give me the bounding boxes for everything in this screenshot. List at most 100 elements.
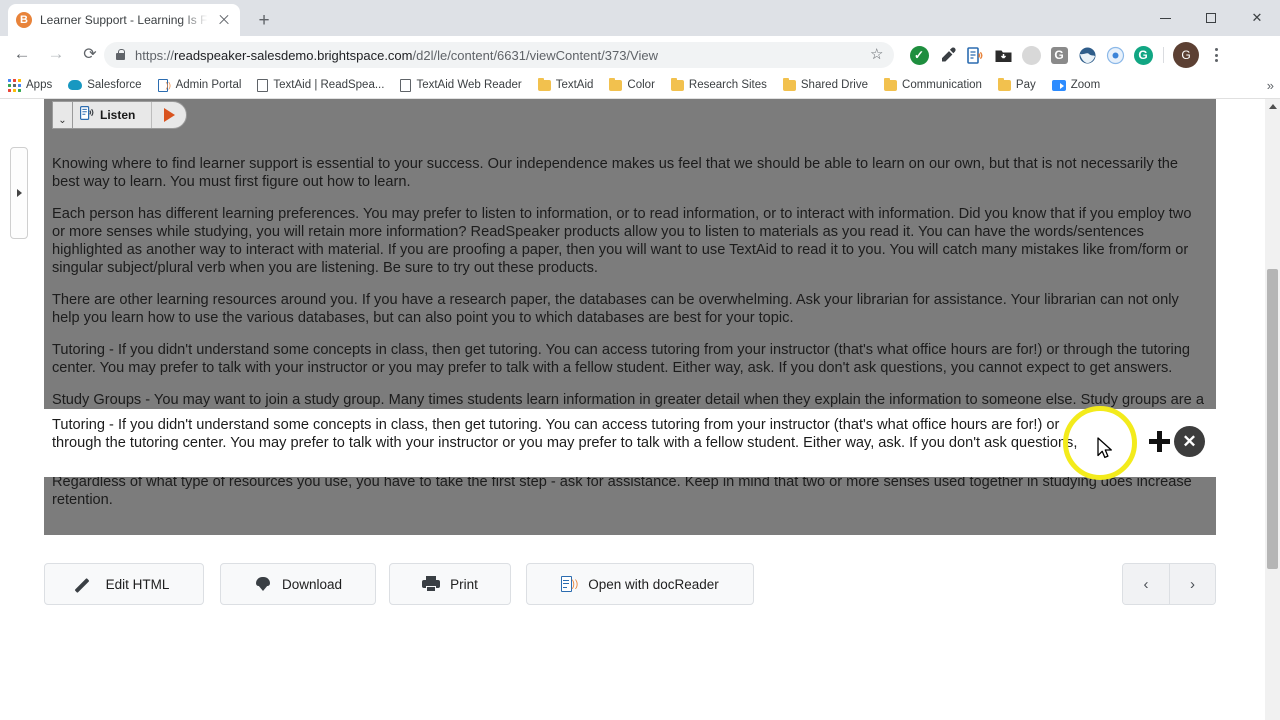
eyedropper-extension-icon[interactable] <box>936 44 958 66</box>
window-controls: ✕ <box>1142 0 1280 36</box>
printer-icon <box>422 576 441 592</box>
browser-toolbar: ← → ⟳ https://readspeaker-salesdemo.brig… <box>0 36 1280 72</box>
bookmark-pay[interactable]: Pay <box>990 74 1044 96</box>
document-actions: Edit HTML Download Print )) Open with do… <box>44 563 1216 605</box>
forward-button[interactable]: → <box>42 40 70 68</box>
toolbar-divider <box>1163 47 1164 63</box>
open-with-docreader-button[interactable]: )) Open with docReader <box>526 563 754 605</box>
folder-icon <box>997 77 1011 91</box>
expand-toolbar-icon[interactable]: ⌄ <box>53 102 73 128</box>
bookmark-label: TextAid <box>555 79 594 91</box>
action-label: Download <box>281 576 343 592</box>
listen-button[interactable]: Listen <box>73 102 152 128</box>
paragraph: Tutoring - If you didn't understand some… <box>52 342 1191 376</box>
bookmark-admin-portal[interactable]: )) Admin Portal <box>150 74 250 96</box>
opera-extension-icon[interactable] <box>1020 44 1042 66</box>
previous-content-button[interactable]: ‹ <box>1123 564 1169 604</box>
bookmark-label: Shared Drive <box>800 79 869 91</box>
minimize-button[interactable] <box>1142 0 1188 36</box>
overlay-line: Tutoring - If you didn't understand some… <box>52 417 1060 433</box>
bookmark-label: TextAid Web Reader <box>416 79 522 91</box>
chevron-right-icon <box>16 189 22 197</box>
bookmark-textaid[interactable]: TextAid <box>530 74 602 96</box>
bookmark-label: Research Sites <box>688 79 767 91</box>
readspeaker-doc-icon: )) <box>157 78 171 92</box>
overlay-text: Tutoring - If you didn't understand some… <box>52 416 1202 452</box>
scroll-up-button[interactable] <box>1265 99 1280 114</box>
bookmarks-overflow-button[interactable]: » <box>1267 78 1274 93</box>
url-host: readspeaker-salesdemo.brightspace.com <box>174 47 413 63</box>
bookmark-salesforce[interactable]: Salesforce <box>60 74 149 96</box>
new-tab-button[interactable]: + <box>250 8 278 32</box>
folder-icon <box>884 77 898 91</box>
bookmark-color[interactable]: Color <box>601 74 662 96</box>
tab-strip: B Learner Support - Learning Is Fo + ✕ <box>0 0 1280 36</box>
paragraph: Knowing where to find learner support is… <box>52 156 1178 190</box>
bookmarks-bar: Apps Salesforce )) Admin Portal TextAid … <box>0 72 1280 99</box>
download-button[interactable]: Download <box>220 563 376 605</box>
bookmark-label: Zoom <box>1070 79 1101 91</box>
mouse-cursor <box>1097 437 1113 465</box>
close-tab-icon[interactable] <box>216 12 232 28</box>
reload-button[interactable]: ⟳ <box>76 40 104 68</box>
folder-icon <box>670 77 684 91</box>
globe-extension-icon[interactable] <box>1076 44 1098 66</box>
folder-icon <box>537 77 551 91</box>
browser-tab[interactable]: B Learner Support - Learning Is Fo <box>8 4 240 36</box>
next-content-button[interactable]: › <box>1169 564 1215 604</box>
grammarly-g-extension-icon[interactable]: G <box>1048 44 1070 66</box>
download-folder-extension-icon[interactable] <box>992 44 1014 66</box>
play-triangle-icon <box>163 108 175 122</box>
profile-avatar[interactable]: G <box>1173 42 1199 68</box>
bookmark-communication[interactable]: Communication <box>876 74 990 96</box>
readspeaker-listen-toolbar[interactable]: ⌄ Listen <box>52 101 187 129</box>
expand-left-panel-handle[interactable] <box>10 147 28 239</box>
cloud-download-icon <box>254 576 272 593</box>
apps-grid-icon <box>8 78 21 92</box>
close-icon: ✕ <box>1182 432 1197 451</box>
bookmark-apps[interactable]: Apps <box>0 74 60 96</box>
page-scrollbar[interactable] <box>1265 99 1280 720</box>
page-content: Knowing where to find learner support is… <box>0 99 1280 720</box>
back-button[interactable]: ← <box>8 40 36 68</box>
extensions-bar: ✓ G G G <box>908 42 1227 68</box>
paragraph: Regardless of what type of resources you… <box>52 474 1192 508</box>
bookmark-research-sites[interactable]: Research Sites <box>663 74 775 96</box>
overlay-line: through the tutoring center. You may pre… <box>52 435 1078 451</box>
zoom-camera-icon <box>1051 79 1066 91</box>
chrome-menu-kebab-icon[interactable] <box>1205 48 1227 62</box>
play-button[interactable] <box>152 108 186 122</box>
paragraph: Each person has different learning prefe… <box>52 206 1192 276</box>
add-plus-button[interactable] <box>1148 430 1171 453</box>
pencil-icon <box>74 576 96 593</box>
bookmark-textaid-web-reader[interactable]: TextAid Web Reader <box>392 74 529 96</box>
edit-html-button[interactable]: Edit HTML <box>44 563 204 605</box>
bookmark-textaid-readspeaker[interactable]: TextAid | ReadSpea... <box>249 74 392 96</box>
bookmark-shared-drive[interactable]: Shared Drive <box>775 74 876 96</box>
record-extension-icon[interactable] <box>1104 44 1126 66</box>
action-label: Open with docReader <box>588 576 719 592</box>
browser-window: B Learner Support - Learning Is Fo + ✕ ←… <box>0 0 1280 720</box>
maximize-button[interactable] <box>1188 0 1234 36</box>
address-bar[interactable]: https://readspeaker-salesdemo.brightspac… <box>104 42 894 68</box>
bookmark-star-icon[interactable]: ☆ <box>870 47 883 62</box>
folder-icon <box>782 77 796 91</box>
bookmark-label: Admin Portal <box>175 79 242 91</box>
close-overlay-button[interactable]: ✕ <box>1174 426 1205 457</box>
readspeaker-extension-icon[interactable] <box>964 44 986 66</box>
paragraph: There are other learning resources aroun… <box>52 292 1179 326</box>
bookmark-label: TextAid | ReadSpea... <box>273 79 385 91</box>
bookmark-label: Salesforce <box>87 79 142 91</box>
bookmark-label: Pay <box>1015 79 1036 91</box>
listen-label: Listen <box>100 108 136 122</box>
url-path: /d2l/le/content/6631/viewContent/373/Vie… <box>412 47 658 63</box>
grammarly-extension-icon[interactable]: G <box>1132 44 1154 66</box>
folder-icon <box>609 77 623 91</box>
scrollbar-thumb[interactable] <box>1267 269 1278 569</box>
checkmark-extension-icon[interactable]: ✓ <box>908 44 930 66</box>
bookmark-zoom[interactable]: Zoom <box>1044 74 1108 96</box>
bookmark-label: Color <box>627 79 655 91</box>
close-window-button[interactable]: ✕ <box>1234 0 1280 36</box>
print-button[interactable]: Print <box>389 563 511 605</box>
page-icon <box>400 78 412 92</box>
